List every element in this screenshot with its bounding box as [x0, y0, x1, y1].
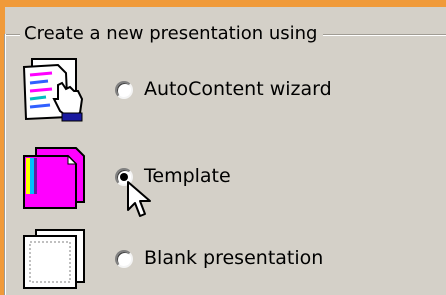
autocontent-wizard-icon	[18, 55, 94, 123]
autocontent-wizard-label: AutoContent wizard	[144, 78, 332, 100]
autocontent-wizard-radio[interactable]	[115, 81, 133, 99]
blank-presentation-label: Blank presentation	[144, 247, 324, 269]
arrow-cursor-icon	[126, 180, 156, 224]
blank-presentation-icon	[18, 224, 94, 292]
option-blank-presentation[interactable]: Blank presentation	[18, 224, 418, 292]
template-icon	[18, 144, 94, 212]
option-template[interactable]: Template	[18, 144, 418, 212]
option-autocontent-wizard[interactable]: AutoContent wizard	[18, 55, 418, 123]
blank-presentation-radio[interactable]	[115, 250, 133, 268]
groupbox-border-left	[4, 34, 6, 295]
groupbox-title: Create a new presentation using	[20, 22, 324, 46]
template-label: Template	[144, 165, 231, 187]
